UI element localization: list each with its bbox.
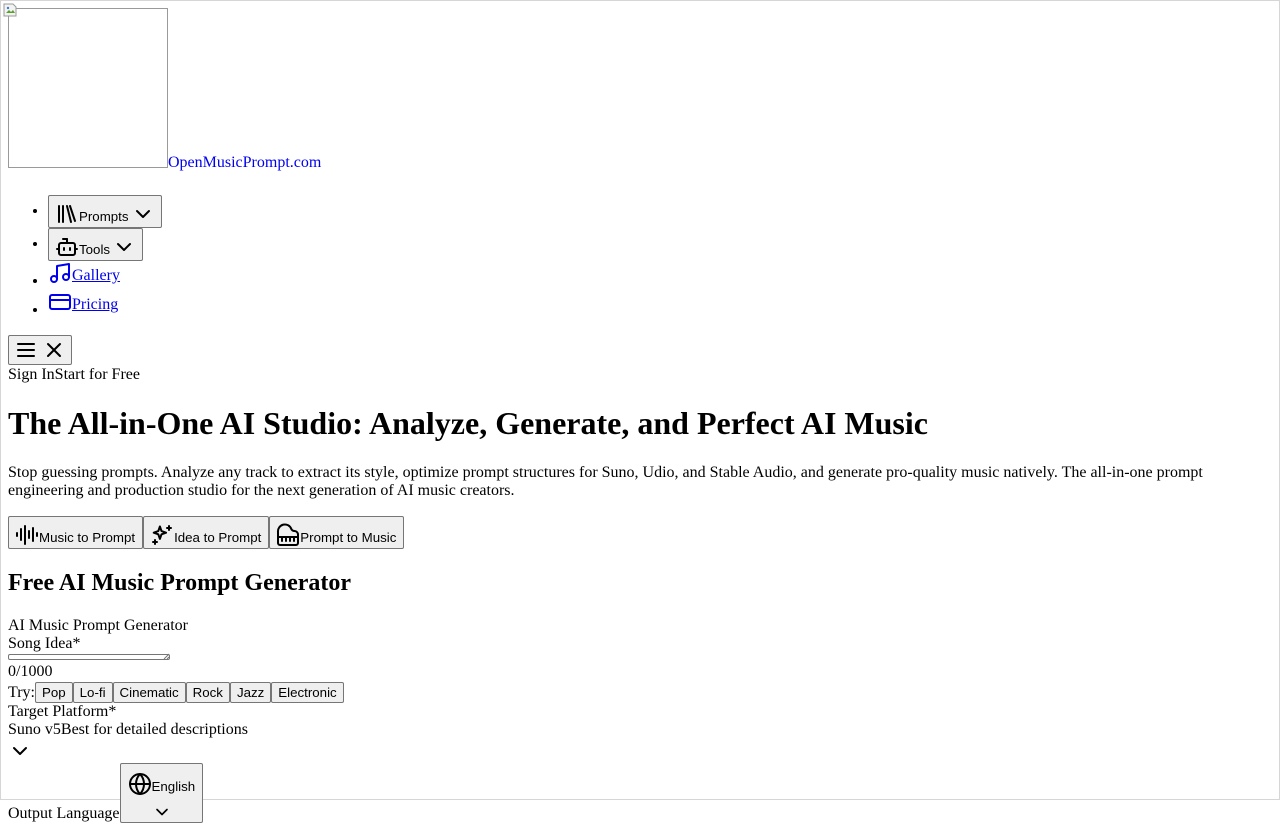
tools-label: Tools — [79, 242, 111, 257]
song-idea-textarea[interactable] — [8, 652, 170, 660]
page: OpenMusicPrompt.com Prompts Tools Galler… — [1, 1, 1279, 830]
tab-label: Prompt to Music — [300, 530, 397, 545]
platform-select-toggle[interactable] — [8, 739, 1272, 763]
pricing-link[interactable]: Pricing — [48, 290, 118, 314]
nav-item-tools: Tools — [48, 228, 1272, 261]
char-counter: 0/1000 — [8, 663, 53, 680]
form-title: AI Music Prompt Generator — [8, 617, 188, 634]
start-free-link[interactable]: Start for Free — [55, 366, 140, 383]
language-select-button[interactable]: English — [119, 763, 203, 823]
chevron-down-icon — [155, 808, 168, 816]
bot-icon — [56, 238, 78, 256]
gallery-label: Gallery — [72, 267, 120, 284]
globe-icon — [128, 772, 151, 795]
platform-label-text: Target Platform — [8, 703, 109, 720]
platform-value: Suno v5 — [8, 721, 61, 738]
required-mark: * — [72, 635, 81, 652]
music-note-icon — [50, 263, 70, 283]
credit-card-icon — [49, 294, 71, 310]
chevron-down-icon — [135, 210, 150, 218]
song-idea-label-text: Song Idea — [8, 635, 73, 652]
prompts-dropdown-button[interactable]: Prompts — [48, 195, 162, 228]
resize-grip-icon[interactable] — [162, 652, 170, 660]
audio-waveform-icon — [16, 525, 38, 545]
menu-icon — [17, 343, 35, 357]
brand-link[interactable]: OpenMusicPrompt.com — [3, 3, 1272, 175]
chevron-down-icon — [117, 243, 132, 251]
hero-title: The All-in-One AI Studio: Analyze, Gener… — [8, 405, 928, 441]
tab-idea-to-prompt[interactable]: Idea to Prompt — [143, 516, 270, 549]
logo-image — [3, 3, 168, 168]
language-row: Output Language English — [8, 763, 1272, 823]
sparkles-icon — [152, 525, 173, 545]
platform-select[interactable]: Suno v5Best for detailed descriptions — [8, 721, 1272, 739]
tools-dropdown-button[interactable]: Tools — [48, 228, 144, 261]
try-label: Try: — [8, 683, 35, 701]
nav-item-pricing: Pricing — [48, 290, 1272, 319]
auth-links: Sign InStart for Free — [8, 366, 1272, 384]
platform-hint: Best for detailed descriptions — [60, 721, 248, 738]
generator-heading: Free AI Music Prompt Generator — [8, 570, 352, 596]
try-chip-rock[interactable]: Rock — [185, 682, 230, 703]
pricing-label: Pricing — [72, 296, 119, 313]
mobile-menu-button[interactable] — [8, 335, 72, 365]
language-label: Output Language — [8, 805, 120, 822]
main-nav: Prompts Tools Gallery Pricing — [8, 195, 1272, 319]
try-chip-lofi[interactable]: Lo-fi — [72, 682, 113, 703]
mode-tabs: Music to Prompt Idea to Prompt Prompt to… — [8, 516, 1272, 549]
language-value: English — [151, 778, 196, 794]
tab-label: Idea to Prompt — [174, 530, 262, 545]
sign-in-link[interactable]: Sign In — [8, 366, 55, 383]
nav-item-gallery: Gallery — [48, 261, 1272, 290]
close-icon — [47, 343, 61, 357]
hero-subtitle: Stop guessing prompts. Analyze any track… — [8, 464, 1203, 499]
brand-name: OpenMusicPrompt.com — [168, 154, 322, 171]
nav-item-prompts: Prompts — [48, 195, 1272, 228]
platform-label: Target Platform* — [8, 703, 1272, 721]
song-idea-label: Song Idea* — [8, 635, 1272, 653]
try-chip-jazz[interactable]: Jazz — [229, 682, 272, 703]
gallery-link[interactable]: Gallery — [48, 261, 120, 285]
try-chip-pop[interactable]: Pop — [34, 682, 73, 703]
try-row: Try: Pop Lo-fi Cinematic Rock Jazz Elect… — [8, 682, 1272, 703]
tab-music-to-prompt[interactable]: Music to Prompt — [8, 516, 144, 549]
prompts-label: Prompts — [79, 209, 129, 224]
piano-icon — [277, 523, 300, 546]
library-icon — [58, 205, 76, 223]
try-chip-electronic[interactable]: Electronic — [271, 682, 344, 703]
chevron-down-icon — [13, 747, 27, 755]
tab-label: Music to Prompt — [39, 530, 136, 545]
tab-prompt-to-music[interactable]: Prompt to Music — [269, 516, 405, 549]
try-chip-cinematic[interactable]: Cinematic — [112, 682, 186, 703]
broken-image-icon — [3, 3, 17, 17]
language-chevron — [128, 802, 196, 822]
required-mark: * — [108, 703, 117, 720]
